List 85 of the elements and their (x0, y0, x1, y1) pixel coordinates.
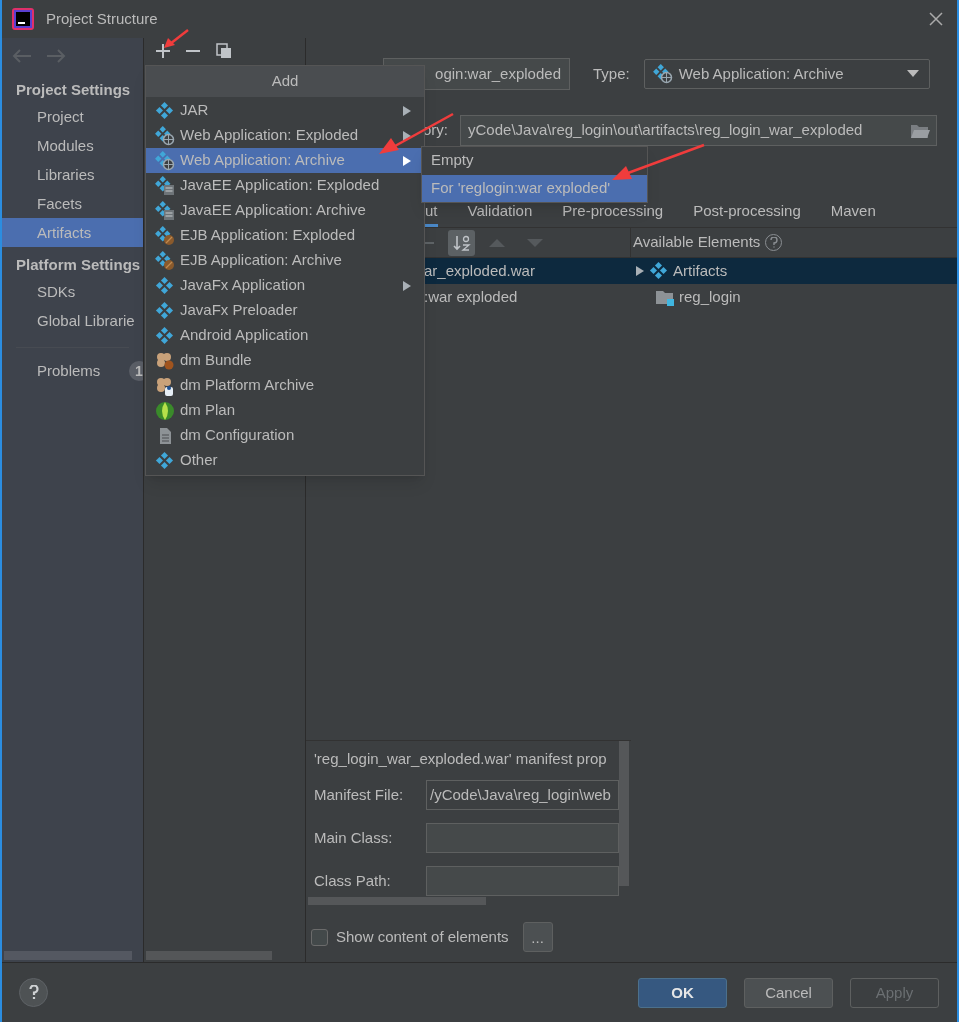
more-button[interactable]: ... (522, 922, 553, 952)
field-label: Main Class: (314, 827, 394, 848)
menu-item[interactable]: JavaEE Application: Archive (146, 198, 424, 223)
clover-figure-icon (155, 375, 175, 396)
field-label: Manifest File: (314, 784, 405, 805)
sidebar-item[interactable]: SDKs (2, 277, 143, 306)
input-field[interactable] (426, 866, 619, 896)
folder-icon[interactable] (910, 122, 930, 139)
menu-item[interactable]: Empty (422, 147, 647, 174)
diamonds-icon (155, 450, 175, 471)
field-label: Class Path: (314, 870, 392, 891)
dialog-button[interactable]: OK (638, 978, 727, 1008)
submenu-arrow-icon (402, 279, 412, 292)
type-label: Type: (593, 63, 630, 84)
tab[interactable]: Pre-processing (562, 201, 664, 227)
forward-arrow-icon[interactable] (46, 49, 66, 63)
menu-item[interactable]: Other (146, 448, 424, 473)
sidebar-item[interactable]: Modules (2, 131, 143, 160)
submenu-arrow-icon (402, 129, 412, 142)
scrollbar[interactable] (308, 897, 486, 905)
sidebar-item[interactable]: Global Librarie (2, 306, 143, 335)
output-path-field[interactable]: yCode\Java\reg_login\out\artifacts\reg_login_war_exploded (460, 115, 937, 146)
question-mark-icon (28, 985, 39, 1000)
back-arrow-icon[interactable] (12, 49, 32, 63)
window-title: Project Structure (46, 8, 158, 29)
diamonds-icon (649, 261, 669, 281)
menu-item[interactable]: dm Configuration (146, 423, 424, 448)
sidebar-item[interactable]: Facets (2, 189, 143, 218)
sidebar-item[interactable]: Project (2, 102, 143, 131)
sort-icon (452, 233, 471, 252)
tree-row[interactable]: reg_login (631, 284, 957, 310)
dialog-button[interactable]: Cancel (744, 978, 833, 1008)
type-dropdown[interactable]: Web Application: Archive (643, 59, 930, 89)
manifest-heading: 'reg_login_war_exploded.war' manifest prop (314, 748, 608, 769)
tree-row[interactable]: Artifacts (631, 258, 957, 284)
tab[interactable]: Maven (830, 201, 876, 227)
menu-item[interactable]: JAR (146, 98, 424, 123)
question-mark-icon (769, 237, 778, 248)
submenu-arrow-icon (402, 104, 412, 117)
add-icon[interactable] (156, 44, 170, 58)
diamonds-icon (155, 100, 175, 121)
clover-icon (155, 350, 175, 371)
tab[interactable]: Post-processing (693, 201, 801, 227)
panel-heading: Available Elements (633, 232, 761, 253)
sort-button[interactable] (448, 229, 475, 256)
copy-icon[interactable] (216, 43, 232, 59)
submenu-arrow-icon (402, 154, 412, 167)
help-button[interactable] (19, 978, 48, 1007)
diamonds-bean-icon (155, 250, 175, 271)
sphere-icon (155, 400, 175, 421)
expand-arrow-icon (635, 265, 645, 277)
diamonds-globe-icon (652, 64, 673, 84)
diamonds-icon (155, 275, 175, 296)
app-logo-icon (12, 8, 34, 30)
diamonds-globe-icon (155, 150, 175, 171)
diamonds-box-icon (155, 175, 175, 196)
scrollbar[interactable] (146, 951, 272, 960)
menu-item[interactable]: Android Application (146, 323, 424, 348)
scrollbar[interactable] (619, 740, 629, 886)
section-heading: Project Settings (15, 80, 132, 100)
dropdown-caret-icon (906, 70, 919, 78)
menu-title: Add (146, 66, 424, 97)
menu-item[interactable]: JavaEE Application: Exploded (146, 173, 424, 198)
diamonds-icon (155, 300, 175, 321)
sidebar-item[interactable]: Libraries (2, 160, 143, 189)
sidebar-item[interactable]: Problems (37, 359, 101, 383)
tab[interactable]: Validation (467, 201, 533, 227)
menu-item[interactable]: dm Platform Archive (146, 373, 424, 398)
menu-item[interactable]: dm Bundle (146, 348, 424, 373)
menu-item[interactable]: EJB Application: Exploded (146, 223, 424, 248)
diamonds-bean-icon (155, 225, 175, 246)
checkbox[interactable] (311, 928, 328, 946)
menu-item[interactable]: JavaFx Preloader (146, 298, 424, 323)
menu-item[interactable]: dm Plan (146, 398, 424, 423)
diamonds-icon (155, 325, 175, 346)
diamonds-box-icon (155, 200, 175, 221)
input-field[interactable] (426, 823, 619, 853)
close-icon[interactable] (929, 12, 943, 26)
checkbox-label: Show content of elements (336, 926, 509, 947)
input-field[interactable]: /yCode\Java\reg_login\web (426, 780, 619, 810)
move-up-icon[interactable] (489, 237, 505, 248)
move-down-icon[interactable] (527, 237, 543, 248)
diamonds-globe-icon (155, 125, 175, 146)
section-heading: Platform Settings (15, 255, 142, 275)
count-badge: 1 (129, 361, 143, 381)
